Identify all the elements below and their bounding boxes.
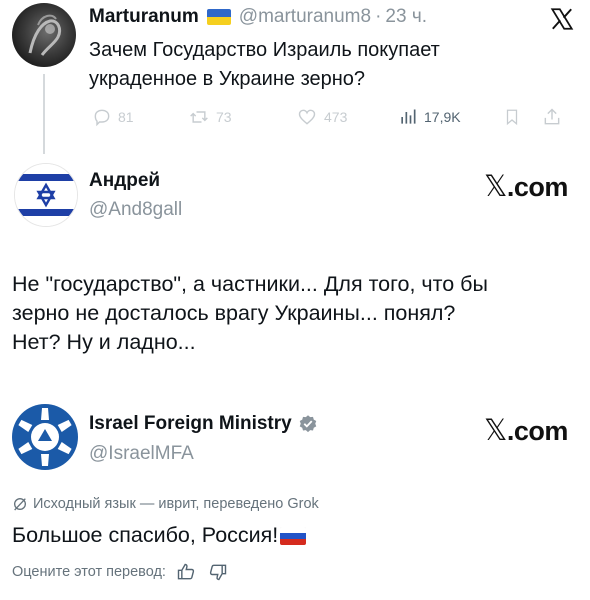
- source-domain: .com: [506, 416, 569, 446]
- avatar[interactable]: [14, 163, 78, 227]
- author-name[interactable]: Israel Foreign Ministry: [89, 413, 292, 435]
- tweet-header: Marturanum @marturanum8 · 23 ч.: [89, 6, 427, 28]
- x-logo-icon: 𝕏: [484, 413, 507, 447]
- grok-icon: [14, 498, 26, 511]
- views-count: 17,9K: [424, 109, 461, 125]
- reply-text: Не "государство", а частники... Для того…: [12, 270, 488, 357]
- repost-button[interactable]: 73: [188, 107, 232, 127]
- bookmark-icon[interactable]: [503, 106, 521, 128]
- like-count: 473: [324, 109, 348, 125]
- timestamp[interactable]: 23 ч.: [385, 6, 427, 28]
- share-icon[interactable]: [542, 106, 562, 128]
- source-domain: .com: [506, 172, 569, 202]
- avatar-image: [28, 14, 62, 56]
- author-name[interactable]: Marturanum: [89, 6, 199, 28]
- russia-flag-icon: [280, 526, 307, 545]
- reply-button[interactable]: 81: [92, 107, 134, 127]
- tweet-text-line: украденное в Украине зерно?: [89, 68, 366, 90]
- reply-count: 81: [118, 109, 134, 125]
- rate-translation-label: Оцените этот перевод:: [12, 564, 166, 580]
- tweet-text: Зачем Государство Израиль покупает украд…: [89, 36, 440, 94]
- x-logo-icon: 𝕏: [484, 169, 507, 203]
- reply-text-line: Не "государство", а частники... Для того…: [12, 272, 488, 296]
- reply-icon: [94, 109, 110, 127]
- verified-badge-icon: [299, 415, 316, 433]
- author-handle[interactable]: @IsraelMFA: [89, 443, 194, 465]
- like-button[interactable]: 473: [296, 107, 347, 127]
- author-name[interactable]: Андрей: [89, 170, 160, 192]
- reply-text-line: Нет? Ну и ладно...: [12, 330, 196, 354]
- views-bar-chart-icon: [401, 109, 416, 124]
- repost-count: 73: [216, 109, 232, 125]
- author-handle[interactable]: @And8gall: [89, 199, 182, 221]
- separator: ·: [375, 6, 382, 27]
- thumbs-down-icon[interactable]: [208, 562, 228, 582]
- mfa-text-line: Большое спасибо, Россия!: [12, 523, 279, 547]
- author-handle[interactable]: @marturanum8: [239, 6, 371, 28]
- views-button[interactable]: 17,9K: [398, 107, 461, 127]
- thread-line: [43, 74, 45, 154]
- x-logo-icon: [550, 8, 574, 30]
- mfa-text: Большое спасибо, Россия!: [12, 523, 307, 548]
- reply-text-line: зерно не досталось врагу Украины... поня…: [12, 301, 456, 325]
- translation-note-text: Исходный язык — иврит, переведено Grok: [33, 496, 319, 512]
- source-label: 𝕏.com: [484, 413, 568, 447]
- rate-translation: Оцените этот перевод:: [12, 562, 228, 582]
- translation-note: Исходный язык — иврит, переведено Grok: [12, 496, 319, 512]
- avatar[interactable]: [12, 3, 76, 67]
- thumbs-up-icon[interactable]: [176, 562, 196, 582]
- israel-flag-icon: [15, 164, 77, 226]
- avatar[interactable]: [12, 404, 78, 470]
- mfa-emblem-icon: [18, 408, 72, 466]
- heart-icon: [298, 109, 316, 125]
- repost-icon: [190, 111, 208, 123]
- source-label: 𝕏.com: [484, 169, 568, 203]
- mfa-header: Israel Foreign Ministry: [89, 413, 318, 435]
- ukraine-flag-icon: [206, 9, 231, 25]
- tweet-text-line: Зачем Государство Израиль покупает: [89, 39, 440, 61]
